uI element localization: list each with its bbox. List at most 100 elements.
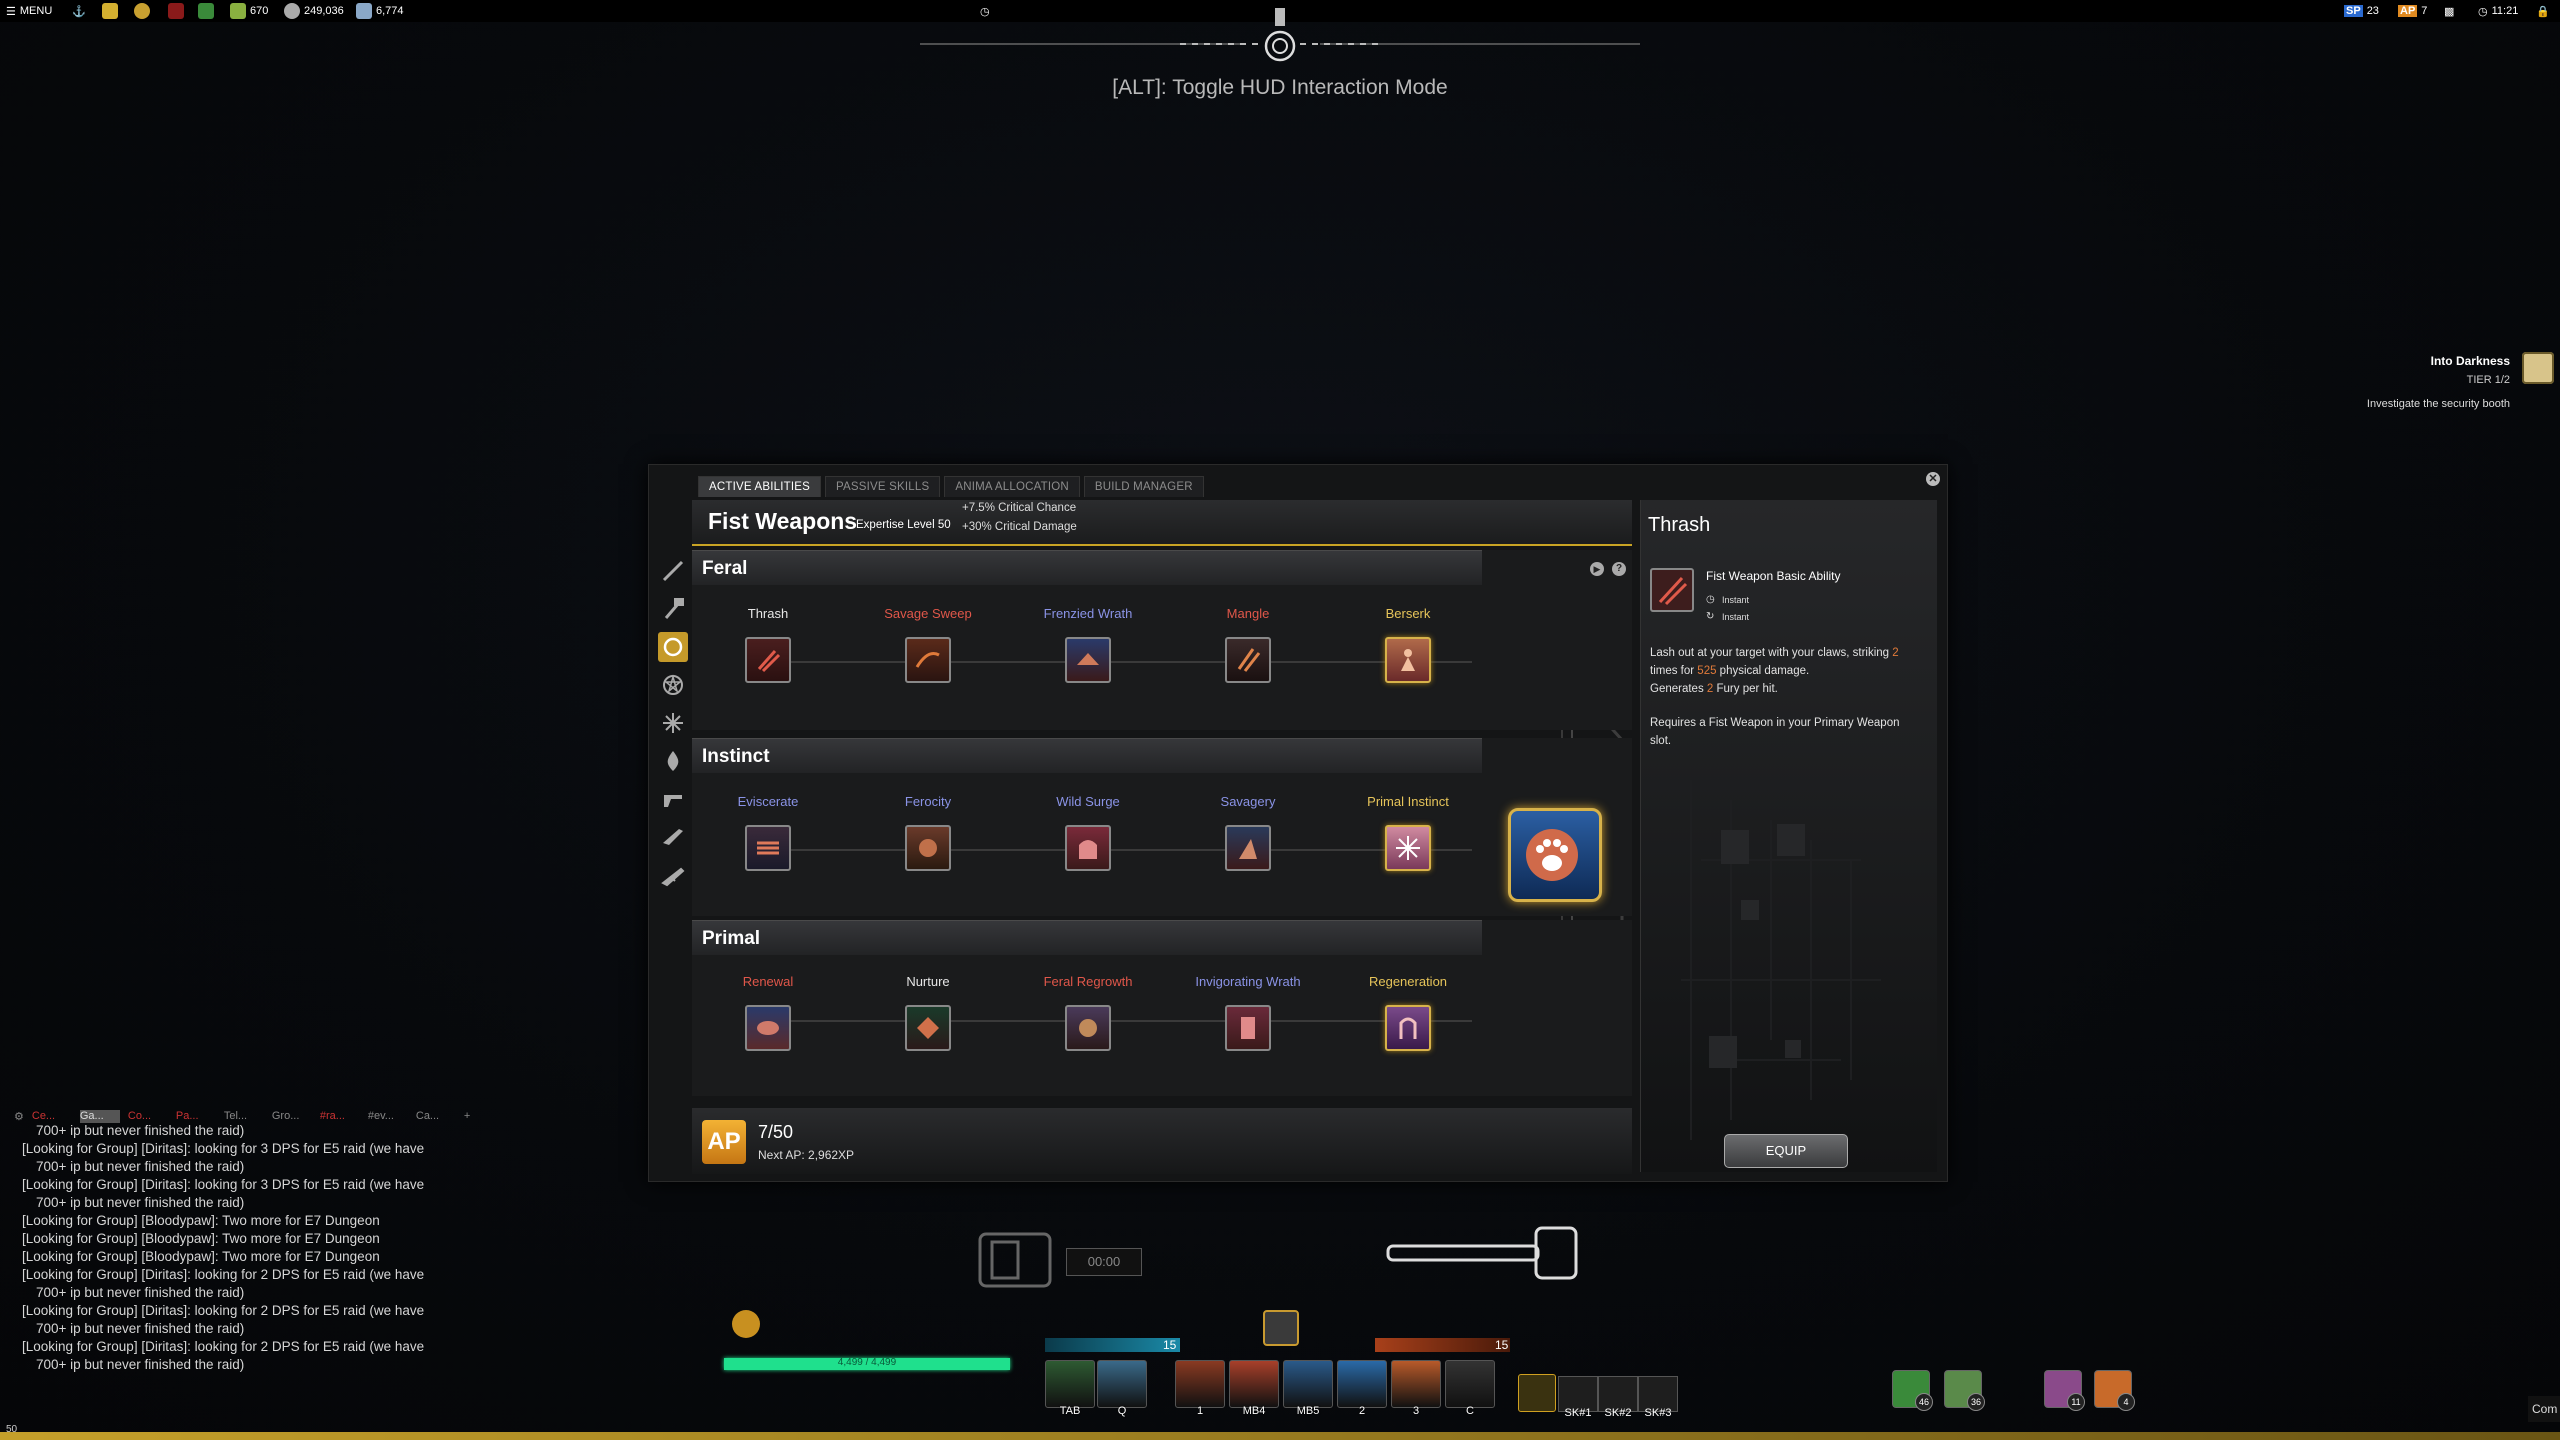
mangle-icon (1225, 637, 1271, 683)
blade-icon[interactable] (658, 556, 688, 586)
tab-build-manager[interactable]: BUILD MANAGER (1083, 476, 1204, 497)
ability-invigorating-wrath[interactable]: Invigorating Wrath (1173, 974, 1323, 1051)
skill-slot-1[interactable]: SK#1 (1558, 1376, 1598, 1419)
shotgun-icon[interactable] (658, 822, 688, 852)
detail-cast-time: Instant (1722, 595, 1750, 605)
left-resource-bar (1045, 1338, 1180, 1352)
ability-regeneration[interactable]: Regeneration (1333, 974, 1483, 1051)
regrowth-icon (1065, 1005, 1111, 1051)
hotbar-slot[interactable]: MB5 (1283, 1360, 1333, 1417)
tab-anima-allocation[interactable]: ANIMA ALLOCATION (944, 476, 1080, 497)
ability-label: Mangle (1226, 606, 1270, 621)
hotbar-slot[interactable]: C (1445, 1360, 1495, 1417)
tab-active-abilities[interactable]: ACTIVE ABILITIES (698, 476, 821, 497)
instinct-header: Instinct (692, 738, 1482, 773)
ability-label: Savagery (1220, 794, 1276, 809)
hotbar-key: 2 (1358, 1405, 1366, 1417)
chat-line: [Looking for Group] [Diritas]: looking f… (22, 1339, 425, 1354)
consumable-slot-4[interactable]: 4 (2094, 1370, 2135, 1411)
savagery-icon (1225, 825, 1271, 871)
consumable-slot-3[interactable]: 11 (2044, 1370, 2085, 1411)
quest-description: Investigate the security booth (2366, 398, 2510, 410)
fire-icon[interactable] (658, 746, 688, 776)
hotbar-slot[interactable]: 1 (1175, 1360, 1225, 1417)
wrath-icon (1065, 637, 1111, 683)
ability-label: Feral Regrowth (1043, 974, 1133, 989)
pistol-icon[interactable] (658, 784, 688, 814)
ability-primal-instinct[interactable]: Primal Instinct (1333, 794, 1483, 871)
hotbar-slot[interactable]: MB4 (1229, 1360, 1279, 1417)
detail-background-pattern (1681, 780, 1881, 1140)
ability-savage-sweep[interactable]: Savage Sweep (853, 606, 1003, 683)
skill-slot-2[interactable]: SK#2 (1598, 1376, 1638, 1419)
chaos-icon[interactable] (658, 708, 688, 738)
ability-wild-surge[interactable]: Wild Surge (1013, 794, 1163, 871)
quest-tier: TIER 1/2 (2466, 374, 2510, 386)
hotbar-slot[interactable]: Q (1097, 1360, 1147, 1417)
rifle-icon[interactable] (658, 860, 688, 890)
tower-icon[interactable] (102, 2, 118, 20)
ability-label: Regeneration (1368, 974, 1448, 989)
berserk-icon (1385, 637, 1431, 683)
help-icon[interactable]: ? (1612, 562, 1626, 576)
play-icon[interactable]: ▶ (1590, 562, 1604, 576)
ap-badge: AP (702, 1120, 746, 1164)
invigorate-icon (1225, 1005, 1271, 1051)
ability-frenzied-wrath[interactable]: Frenzied Wrath (1013, 606, 1163, 683)
fist-icon[interactable] (658, 632, 688, 662)
hotbar-slot[interactable]: TAB (1045, 1360, 1095, 1417)
chat-line: [Looking for Group] [Diritas]: looking f… (22, 1303, 425, 1318)
ap-label: AP (2398, 5, 2418, 17)
ability-savagery[interactable]: Savagery (1173, 794, 1323, 871)
desc-text: times for (1650, 665, 1698, 677)
ability-label: Frenzied Wrath (1043, 606, 1133, 621)
capstone-ability[interactable] (1508, 808, 1602, 902)
tab-passive-skills[interactable]: PASSIVE SKILLS (824, 476, 941, 497)
ability-renewal[interactable]: Renewal (693, 974, 843, 1051)
ability-label: Nurture (906, 974, 950, 989)
desc-damage: 525 (1697, 665, 1717, 677)
selected-target-icon[interactable] (1263, 1310, 1299, 1346)
nurture-icon (905, 1005, 951, 1051)
lock-icon[interactable]: 🔒 (2536, 2, 2550, 20)
close-button[interactable]: ✕ (1926, 472, 1940, 486)
hotbar-slot[interactable]: 3 (1391, 1360, 1441, 1417)
left-resource-value: 15 (1163, 1338, 1177, 1352)
ability-mangle[interactable]: Mangle (1173, 606, 1323, 683)
pentagram-icon[interactable] (658, 670, 688, 700)
right-resource-bar (1375, 1338, 1510, 1352)
hammer-weapon-icon[interactable] (1386, 1224, 1596, 1284)
hammer-icon[interactable] (658, 594, 688, 624)
quest-icon[interactable] (2522, 352, 2554, 384)
equip-button[interactable]: EQUIP (1724, 1134, 1848, 1168)
chat-input-toggle[interactable]: Com (2528, 1396, 2560, 1422)
item-count: 11 (2067, 1393, 2085, 1411)
consumable-slot-1[interactable]: 46 (1892, 1370, 1933, 1411)
anchor-icon[interactable]: ⚓ (72, 2, 86, 20)
sprint-icon[interactable] (1518, 1374, 1556, 1412)
gadget-slot-icon[interactable] (978, 1232, 1068, 1290)
desc-text: physical damage. (1716, 665, 1810, 677)
ability-nurture[interactable]: Nurture (853, 974, 1003, 1051)
quest-title[interactable]: Into Darkness (2431, 354, 2510, 368)
shop-icon[interactable] (198, 2, 214, 20)
ability-feral-regrowth[interactable]: Feral Regrowth (1013, 974, 1163, 1051)
hud-hint: [ALT]: Toggle HUD Interaction Mode (1112, 76, 1448, 99)
ability-berserk[interactable]: Berserk (1333, 606, 1483, 683)
xp-bar (0, 1432, 2560, 1440)
consumable-slot-2[interactable]: 36 (1944, 1370, 1985, 1411)
crystal-icon (356, 3, 372, 19)
bag-icon[interactable] (168, 2, 184, 20)
compass-icon[interactable] (134, 2, 150, 20)
ability-thrash[interactable]: Thrash (693, 606, 843, 683)
ability-ferocity[interactable]: Ferocity (853, 794, 1003, 871)
menu-button[interactable]: ☰ MENU (6, 2, 52, 20)
chat-line: [Looking for Group] [Diritas]: looking f… (22, 1267, 425, 1282)
marks-icon (284, 3, 300, 19)
sp-counter[interactable]: SP 23 (2344, 2, 2379, 20)
hotbar-slot[interactable]: 2 (1337, 1360, 1387, 1417)
skill-slot-3[interactable]: SK#3 (1638, 1376, 1678, 1419)
ability-eviscerate[interactable]: Eviscerate (693, 794, 843, 871)
skill-key: SK#2 (1604, 1407, 1632, 1419)
ap-counter[interactable]: AP 7 (2398, 2, 2427, 20)
